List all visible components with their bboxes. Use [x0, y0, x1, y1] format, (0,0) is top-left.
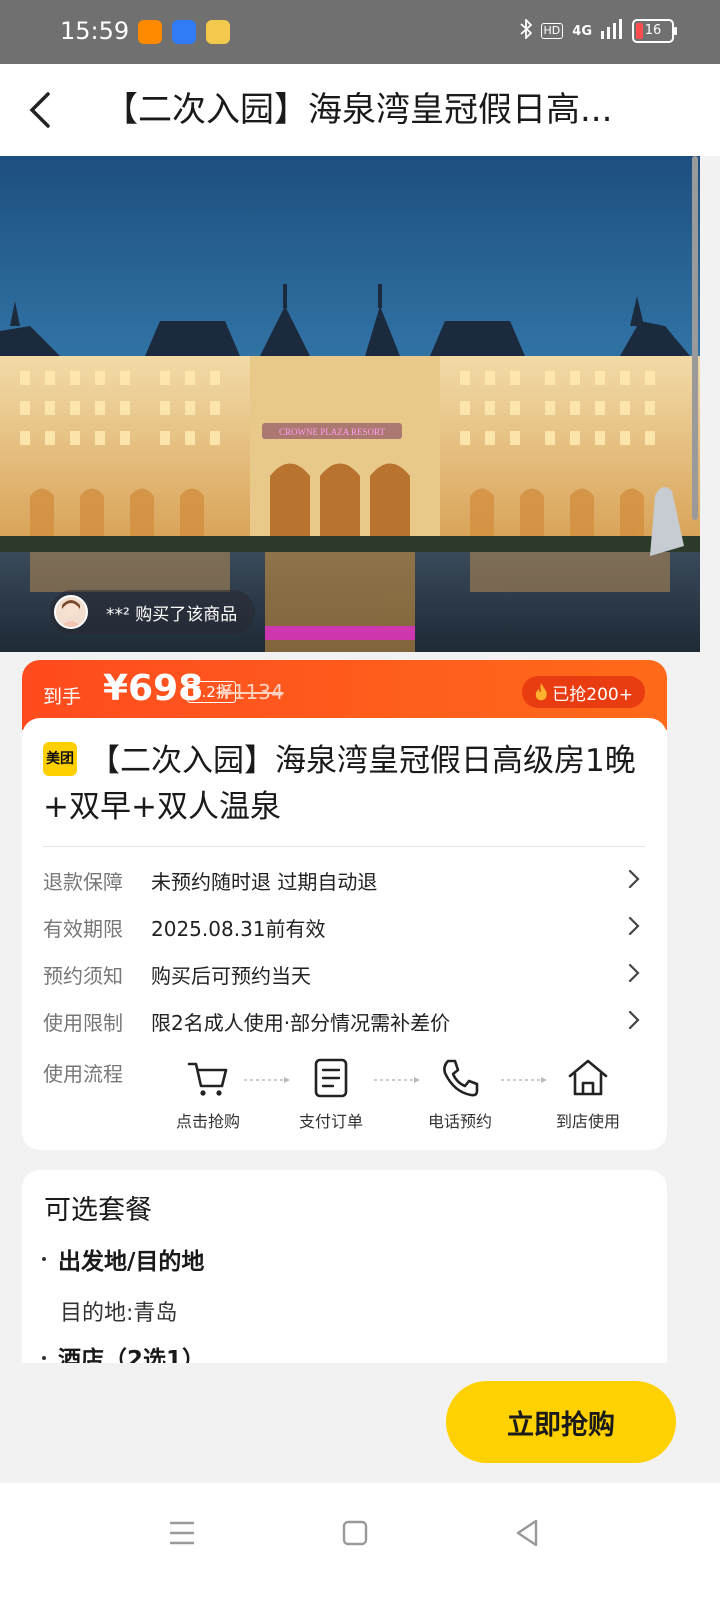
home-button[interactable]: [331, 1509, 379, 1557]
info-value: 2025.08.31前有效: [151, 917, 326, 941]
info-value: 限2名成人使用·部分情况需补差价: [151, 1011, 451, 1035]
bluetooth-icon: [519, 17, 532, 43]
recent-buyer-text: **² 购买了该商品: [106, 604, 238, 625]
buy-now-button[interactable]: 立即抢购: [446, 1381, 676, 1463]
hotel-sign-text: CROWNE PLAZA RESORT: [279, 427, 385, 437]
network-type: 4G: [572, 23, 592, 39]
card-body-top: [22, 718, 667, 738]
info-label: 预约须知: [43, 964, 123, 988]
flow-step-label: 电话预约: [427, 1112, 492, 1131]
flow-step-visit: 到店使用: [543, 1056, 633, 1132]
chevron-right-icon: [628, 1010, 640, 1030]
top-nav-bar: 【二次入园】海泉湾皇冠假日高...: [0, 64, 720, 156]
hd-badge: HD: [540, 23, 564, 39]
image-scrollbar: [692, 156, 698, 520]
battery-icon: 16: [632, 19, 677, 43]
package-item[interactable]: 目的地:青岛: [60, 1295, 177, 1327]
chevron-left-icon: [29, 92, 50, 128]
back-button[interactable]: [18, 82, 72, 138]
sold-count-text: 已抢200+: [552, 684, 633, 705]
chevron-right-icon: [628, 869, 640, 889]
info-value: 未预约随时退 过期自动退: [151, 870, 378, 894]
info-row-refund[interactable]: 退款保障 未预约随时退 过期自动退: [43, 858, 645, 898]
package-group-title: 酒店（2选1）: [58, 1347, 206, 1363]
order-icon: [314, 1058, 348, 1098]
status-bar: 15:59 HD 4G 16: [0, 0, 720, 64]
info-value: 购买后可预约当天: [151, 964, 311, 988]
battery-fill: [636, 23, 643, 39]
sold-count-badge: 已抢200+: [522, 676, 645, 708]
divider: [43, 846, 645, 847]
signal-icon: [601, 19, 623, 43]
flow-arrow: [501, 1077, 547, 1083]
info-row-validity[interactable]: 有效期限 2025.08.31前有效: [43, 905, 645, 945]
info-row-booking[interactable]: 预约须知 购买后可预约当天: [43, 952, 645, 992]
status-right-group: HD 4G 16: [519, 17, 677, 43]
menu-icon: [170, 1521, 194, 1545]
info-label: 有效期限: [43, 917, 123, 941]
weibo-icon: [206, 20, 230, 44]
flow-step-pay: 支付订单: [286, 1056, 376, 1132]
info-label: 使用限制: [43, 1011, 123, 1035]
product-hero-image[interactable]: CROWNE PLAZA RESORT: [0, 156, 700, 652]
flow-arrow: [244, 1077, 290, 1083]
status-time: 15:59: [60, 17, 130, 45]
back-nav-button[interactable]: [504, 1509, 552, 1557]
back-triangle-icon: [516, 1519, 538, 1547]
battery-level: 16: [644, 23, 662, 38]
recent-buyer-pill: **² 购买了该商品: [50, 590, 256, 634]
original-price: ¥1134: [220, 680, 284, 704]
fire-icon: [536, 683, 548, 701]
info-label: 退款保障: [43, 870, 123, 894]
app-notification-icon: [138, 20, 162, 44]
product-info-card: 到手 ¥698 6.2折 ¥1134 已抢200+ 美团 【二次入园】海泉湾皇冠…: [22, 660, 667, 1150]
bottom-action-bar: 立即抢购: [0, 1363, 720, 1483]
buyer-avatar: [54, 595, 88, 629]
product-title: 【二次入园】海泉湾皇冠假日高级房1晚+双早+双人温泉: [43, 743, 636, 825]
phone-icon: [443, 1059, 479, 1097]
flow-step-label: 支付订单: [298, 1112, 363, 1131]
info-row-restriction[interactable]: 使用限制 限2名成人使用·部分情况需补差价: [43, 999, 645, 1039]
cart-icon: [187, 1062, 228, 1096]
flow-step-label: 点击抢购: [175, 1112, 240, 1131]
flow-step-label: 到店使用: [555, 1112, 620, 1131]
store-icon: [568, 1059, 608, 1096]
price-prefix: 到手: [43, 686, 82, 708]
page-title: 【二次入园】海泉湾皇冠假日高...: [104, 90, 613, 130]
usage-flow-label: 使用流程: [43, 1062, 123, 1086]
flow-step-call: 电话预约: [415, 1056, 505, 1132]
home-square-icon: [342, 1520, 368, 1546]
bullet-dot: [42, 1257, 46, 1261]
bullet-dot: [42, 1356, 46, 1360]
chevron-right-icon: [628, 916, 640, 936]
chevron-right-icon: [628, 963, 640, 983]
package-section-title: 可选套餐: [44, 1195, 152, 1226]
menu-button[interactable]: [158, 1509, 206, 1557]
flow-step-purchase: 点击抢购: [163, 1056, 253, 1132]
baidu-map-icon: [172, 20, 196, 44]
system-navigation-bar: [0, 1483, 720, 1612]
package-group-title: 出发地/目的地: [58, 1249, 205, 1275]
package-options-card: 可选套餐 出发地/目的地 目的地:青岛 酒店（2选1）: [22, 1170, 667, 1363]
